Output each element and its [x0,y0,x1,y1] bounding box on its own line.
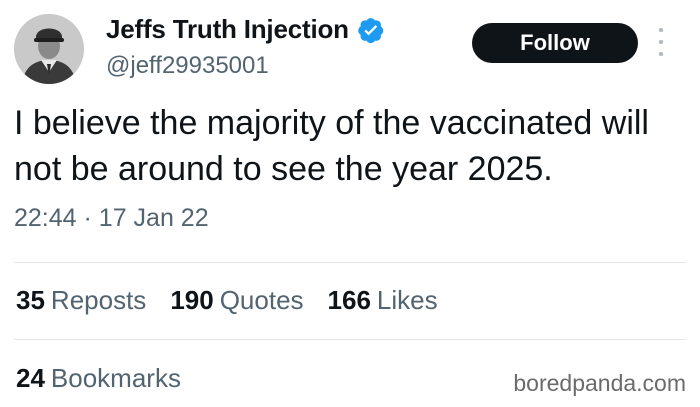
likes-label: Likes [376,285,438,315]
tweet-text: I believe the majority of the vaccinated… [14,104,649,188]
divider [14,339,686,340]
reposts-count: 35 [16,285,45,315]
tweet-timestamp[interactable]: 22:44 · 17 Jan 22 [14,204,209,233]
reposts-label: Reposts [50,285,147,315]
more-options-dot [659,28,663,32]
bookmarks-count: 24 [16,363,45,393]
source-watermark: boredpanda.com [513,370,686,396]
more-options-dot [659,40,663,44]
engagement-stats: 35 Reposts 190 Quotes 166 Likes [16,285,438,316]
bookmarks-label: Bookmarks [50,363,181,393]
likes-count: 166 [327,285,371,315]
avatar[interactable] [14,14,84,84]
divider [14,262,686,263]
verified-badge-icon [357,16,385,44]
quotes-count: 190 [170,285,214,315]
timestamp-separator: · [83,204,92,232]
bookmarks-stat[interactable]: 24 Bookmarks [16,363,181,394]
tweet-card: Jeffs Truth Injection @jeff29935001 Foll… [0,0,700,407]
more-options-icon[interactable] [656,28,666,56]
quotes-stat[interactable]: 190 Quotes [170,285,303,316]
author-display-name[interactable]: Jeffs Truth Injection [106,14,349,45]
tweet-date: 17 Jan 22 [98,204,209,232]
tweet-time: 22:44 [14,204,77,232]
likes-stat[interactable]: 166 Likes [328,285,438,316]
avatar-portrait-icon [14,14,84,84]
quotes-label: Quotes [219,285,304,315]
reposts-stat[interactable]: 35 Reposts [16,285,146,316]
author-handle[interactable]: @jeff29935001 [106,52,269,80]
follow-button[interactable]: Follow [472,23,638,63]
author-name-row: Jeffs Truth Injection [106,14,385,45]
more-options-dot [659,52,663,56]
